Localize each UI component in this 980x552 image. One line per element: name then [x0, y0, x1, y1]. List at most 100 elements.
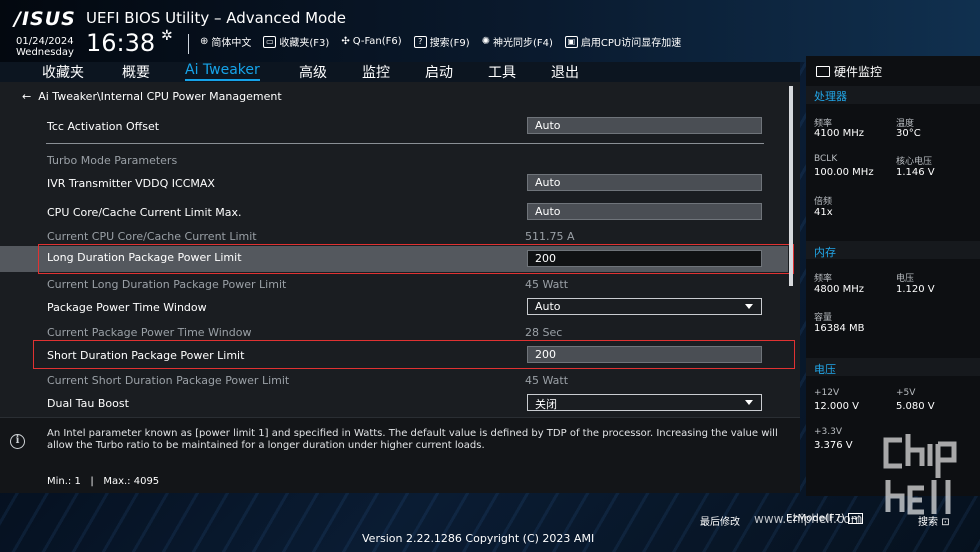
info-value: 511.75 A — [525, 230, 575, 243]
info-label: Current CPU Core/Cache Current Limit — [47, 230, 257, 243]
vcore-value: 1.146 V — [896, 167, 935, 178]
help-search-icon: ? — [413, 35, 427, 48]
value-field[interactable]: Auto — [527, 174, 762, 191]
mem-volt-value: 1.120 V — [896, 284, 935, 295]
globe-icon: ⊕ — [200, 36, 209, 47]
favorites-icon: ▭ — [263, 35, 277, 48]
tab-exit[interactable]: 退出 — [551, 62, 579, 82]
chiphell-watermark-logo — [883, 434, 957, 515]
v5-label: +5V — [896, 388, 916, 398]
aura-button[interactable]: ✺ 神光同步(F4) — [482, 34, 553, 49]
tab-main[interactable]: 概要 — [122, 62, 150, 82]
resize-bar-button[interactable]: ▣ 启用CPU访问显存加速 — [564, 34, 681, 49]
info-value: 45 Watt — [525, 374, 569, 387]
max-value: Max.: 4095 — [103, 476, 160, 487]
toolbar: ⊕ 简体中文 ▭ 收藏夹(F3) ✣ Q-Fan(F6) ? 搜索(F9) ✺ 神光同步(… — [200, 34, 693, 49]
info-value: 28 Sec — [525, 326, 563, 339]
v33-label: +3.3V — [814, 427, 843, 437]
section-memory: 内存 — [814, 246, 836, 259]
ratio-value: 41x — [814, 207, 833, 218]
aura-icon: ✺ — [481, 36, 490, 47]
qfan-button[interactable]: ✣ Q-Fan(F6) — [341, 34, 401, 49]
date-display: 01/24/2024 Wednesday — [16, 36, 74, 58]
tab-advanced[interactable]: 高级 — [299, 62, 327, 82]
setting-label: Package Power Time Window — [47, 301, 207, 314]
monitor-icon — [816, 66, 830, 77]
language-button[interactable]: ⊕ 简体中文 — [200, 34, 251, 49]
search-button[interactable]: ? 搜索(F9) — [413, 34, 470, 49]
resize-bar-icon: ▣ — [564, 35, 578, 48]
setting-label: IVR Transmitter VDDQ ICCMAX — [47, 177, 215, 190]
top-bar: /ISUS UEFI BIOS Utility – Advanced Mode … — [0, 0, 980, 62]
info-label: Current Short Duration Package Power Lim… — [47, 374, 290, 387]
setting-row-time-window[interactable]: Package Power Time Window Auto — [0, 295, 788, 323]
clock-display: 16:38 — [86, 29, 156, 57]
setting-label: Dual Tau Boost — [47, 397, 129, 410]
setting-row-ivr-vddq[interactable]: IVR Transmitter VDDQ ICCMAX Auto — [0, 171, 788, 199]
section-label: Turbo Mode Parameters — [47, 154, 178, 167]
highlight-annotation-box — [33, 340, 795, 369]
section-divider — [46, 143, 764, 144]
info-icon: i — [10, 434, 25, 449]
main-nav: 收藏夹 概要 Ai Tweaker 高级 监控 启动 工具 退出 — [0, 62, 800, 82]
mem-capacity-value: 16384 MB — [814, 323, 865, 334]
v5-value: 5.080 V — [896, 401, 935, 412]
help-text: An Intel parameter known as [power limit… — [47, 428, 778, 451]
setting-label: Tcc Activation Offset — [47, 120, 160, 133]
settings-panel: ← Ai Tweaker\Internal CPU Power Manageme… — [0, 82, 800, 417]
v33-value: 3.376 V — [814, 440, 853, 451]
last-modified-button[interactable]: 最后修改 — [700, 513, 740, 528]
mem-volt-label: 电压 — [896, 274, 915, 284]
dropdown-select[interactable]: 关闭 — [527, 394, 762, 411]
monitor-title: 硬件监控 — [816, 63, 882, 80]
tab-tool[interactable]: 工具 — [488, 62, 516, 82]
info-value: 45 Watt — [525, 278, 569, 291]
mem-capacity-label: 容量 — [814, 313, 833, 323]
asus-logo: /ISUS — [14, 8, 76, 30]
info-label: Current Package Power Time Window — [47, 326, 252, 339]
breadcrumb[interactable]: ← Ai Tweaker\Internal CPU Power Manageme… — [22, 90, 282, 103]
section-cpu: 处理器 — [814, 90, 847, 103]
min-value: Min.: 1 — [47, 476, 81, 487]
setting-row-dual-tau-boost[interactable]: Dual Tau Boost 关闭 — [0, 391, 788, 419]
bclk-value: 100.00 MHz — [814, 167, 874, 178]
info-label: Current Long Duration Package Power Limi… — [47, 278, 287, 291]
mem-freq-label: 频率 — [814, 274, 833, 284]
section-voltage: 电压 — [814, 363, 836, 376]
ezmode-key-icon: →| — [847, 513, 864, 524]
scrollbar[interactable] — [789, 86, 793, 286]
v12-value: 12.000 V — [814, 401, 860, 412]
ezmode-button[interactable]: EzMode(F7) →| — [786, 513, 864, 524]
date-text: 01/24/2024 — [16, 36, 74, 47]
vcore-label: 核心电压 — [896, 157, 933, 167]
weekday-text: Wednesday — [16, 47, 74, 58]
fan-icon: ✣ — [341, 36, 350, 47]
tab-ai-tweaker[interactable]: Ai Tweaker — [185, 62, 260, 81]
bclk-label: BCLK — [814, 154, 838, 164]
v12-label: +12V — [814, 388, 840, 398]
mem-freq-value: 4800 MHz — [814, 284, 865, 295]
tab-boot[interactable]: 启动 — [425, 62, 453, 82]
cpu-freq-value: 4100 MHz — [814, 128, 865, 139]
back-arrow-icon[interactable]: ← — [22, 90, 31, 103]
value-field[interactable]: Auto — [527, 203, 762, 220]
app-title: UEFI BIOS Utility – Advanced Mode — [86, 9, 346, 27]
dropdown-caret-icon — [745, 400, 753, 405]
setting-label: CPU Core/Cache Current Limit Max. — [47, 206, 242, 219]
tab-monitor[interactable]: 监控 — [362, 62, 390, 82]
footer: 最后修改 www.chiphell.com EzMode(F7) →| 搜索 ⊡ … — [0, 496, 980, 552]
value-field[interactable]: Auto — [527, 117, 762, 134]
range-info: Min.: 1 | Max.: 4095 — [47, 476, 159, 487]
version-text: Version 2.22.1286 Copyright (C) 2023 AMI — [362, 532, 595, 545]
setting-row-tcc-offset[interactable]: Tcc Activation Offset Auto — [0, 114, 788, 142]
dropdown-caret-icon — [745, 304, 753, 309]
settings-gear-icon[interactable]: ✲ — [161, 28, 173, 44]
favorites-button[interactable]: ▭ 收藏夹(F3) — [263, 34, 329, 49]
breadcrumb-path: Ai Tweaker\Internal CPU Power Management — [38, 90, 282, 103]
ratio-label: 倍频 — [814, 197, 833, 207]
tab-favorites[interactable]: 收藏夹 — [42, 62, 84, 82]
dropdown-select[interactable]: Auto — [527, 298, 762, 315]
toolbar-separator — [188, 34, 189, 54]
cpu-temp-value: 30°C — [896, 128, 921, 139]
highlight-annotation-box — [38, 244, 794, 274]
